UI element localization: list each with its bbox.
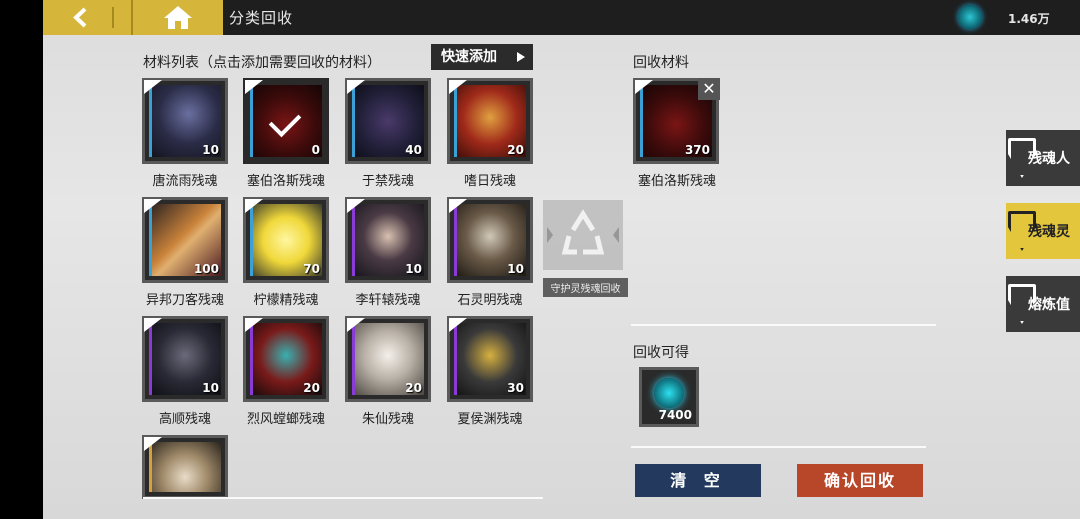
- material-card[interactable]: 70: [243, 197, 329, 283]
- material-card[interactable]: 20: [447, 78, 533, 164]
- material-card[interactable]: 0: [243, 78, 329, 164]
- rarity-bar: [352, 204, 355, 276]
- rarity-bar: [149, 85, 152, 157]
- material-list-label: 材料列表（点击添加需要回收的材料）: [143, 55, 381, 71]
- rarity-bar: [454, 85, 457, 157]
- tab-smelting-value[interactable]: 熔炼值: [1006, 276, 1080, 332]
- remove-material-button[interactable]: ✕: [698, 78, 720, 100]
- recycle-divider-top: [631, 324, 936, 326]
- material-count: 70: [303, 262, 320, 276]
- quick-add-label: 快速添加: [441, 49, 497, 65]
- play-arrow-icon: [517, 52, 525, 62]
- confirm-recycle-button[interactable]: 确认回收: [797, 464, 923, 497]
- material-count: 20: [507, 143, 524, 157]
- tab-label: 残魂人: [1028, 151, 1070, 167]
- home-button[interactable]: [131, 0, 223, 35]
- character-portrait: [149, 442, 221, 492]
- rarity-bar: [149, 323, 152, 395]
- home-icon: [164, 6, 192, 29]
- material-card[interactable]: 10: [142, 78, 228, 164]
- tab-label: 熔炼值: [1028, 297, 1070, 313]
- rarity-bar: [352, 85, 355, 157]
- material-count: 0: [311, 143, 320, 157]
- rarity-bar: [454, 204, 457, 276]
- clear-button[interactable]: 清 空: [635, 464, 761, 497]
- back-arrow-icon: [73, 7, 114, 28]
- material-count: 30: [507, 381, 524, 395]
- recycle-divider-bottom: [631, 446, 926, 448]
- rarity-bar: [352, 323, 355, 395]
- rarity-bar: [250, 85, 253, 157]
- tab-soul-person[interactable]: 残魂人: [1006, 130, 1080, 186]
- reward-count: 7400: [658, 408, 692, 422]
- rarity-bar: [454, 323, 457, 395]
- material-count: 10: [405, 262, 422, 276]
- selected-material-count: 370: [684, 143, 710, 157]
- currency-amount: 1.46万: [1008, 12, 1050, 26]
- game-screen: 分类回收 1.46万 材料列表（点击添加需要回收的材料） 快速添加 10 唐流雨…: [0, 0, 1080, 519]
- rarity-bar: [640, 85, 643, 157]
- material-name: 嗜日残魂: [463, 174, 516, 189]
- rarity-bar: [149, 442, 152, 492]
- recycle-target[interactable]: [543, 200, 623, 270]
- material-count: 20: [303, 381, 320, 395]
- material-count: 10: [507, 262, 524, 276]
- material-count: 10: [202, 381, 219, 395]
- spirit-currency-icon: [654, 378, 684, 408]
- material-card[interactable]: 10: [447, 197, 533, 283]
- reward-item: 7400: [639, 367, 699, 427]
- material-name: 石灵明残魂: [457, 293, 523, 308]
- material-card[interactable]: 10: [142, 316, 228, 402]
- rarity-bar: [149, 204, 152, 276]
- recycle-gain-label: 回收可得: [633, 345, 689, 361]
- recycle-materials-label: 回收材料: [633, 55, 689, 71]
- material-count: 100: [193, 262, 219, 276]
- material-card[interactable]: 40: [345, 78, 431, 164]
- rarity-bar: [250, 204, 253, 276]
- list-bottom-divider: [143, 497, 543, 499]
- material-name: 夏侯渊残魂: [457, 412, 523, 427]
- top-bar: 分类回收 1.46万: [43, 0, 1080, 35]
- tab-label: 残魂灵: [1028, 224, 1070, 240]
- close-icon: ✕: [702, 79, 716, 98]
- back-button[interactable]: [43, 0, 131, 35]
- material-card[interactable]: 20: [345, 316, 431, 402]
- page-title: 分类回收: [229, 9, 294, 27]
- recycle-panel: 分类回收 1.46万 材料列表（点击添加需要回收的材料） 快速添加 10 唐流雨…: [43, 0, 1080, 519]
- material-card[interactable]: [142, 435, 228, 499]
- tab-soul-spirit[interactable]: 残魂灵: [1006, 203, 1080, 259]
- quick-add-button[interactable]: 快速添加: [431, 44, 533, 70]
- material-card[interactable]: 20: [243, 316, 329, 402]
- selected-material-name: 塞伯洛斯残魂: [637, 174, 716, 189]
- material-count: 10: [202, 143, 219, 157]
- spirit-currency-icon: [958, 5, 982, 29]
- material-card[interactable]: 10: [345, 197, 431, 283]
- material-card[interactable]: 100: [142, 197, 228, 283]
- recycle-icon: [547, 209, 619, 255]
- recycle-label: 守护灵残魂回收: [543, 278, 628, 297]
- material-count: 40: [405, 143, 422, 157]
- material-card[interactable]: 30: [447, 316, 533, 402]
- material-count: 20: [405, 381, 422, 395]
- rarity-bar: [250, 323, 253, 395]
